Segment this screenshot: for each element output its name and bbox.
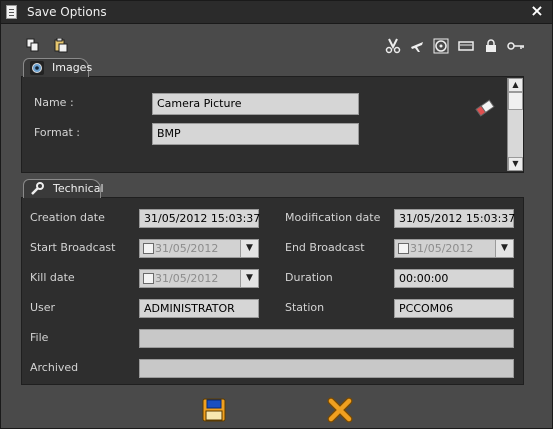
start-broadcast-picker[interactable]: 31/05/2012 ▼	[139, 239, 259, 258]
end-broadcast-value: 31/05/2012	[410, 242, 474, 255]
close-button[interactable]: ×	[529, 3, 545, 19]
kill-date-label: Kill date	[30, 271, 75, 284]
save-options-window: Save Options × Images Name : Camera Pict…	[0, 0, 553, 429]
modification-date-label: Modification date	[285, 211, 381, 224]
copy-icon[interactable]	[25, 38, 41, 54]
start-broadcast-value: 31/05/2012	[155, 242, 219, 255]
save-button[interactable]	[201, 397, 227, 423]
duration-field[interactable]: 00:00:00	[394, 269, 514, 288]
kill-date-picker[interactable]: 31/05/2012 ▼	[139, 269, 259, 288]
airplane-icon[interactable]	[409, 38, 425, 54]
disc-icon[interactable]	[433, 38, 449, 54]
modification-date-field[interactable]: 31/05/2012 15:03:37	[394, 209, 515, 228]
station-field[interactable]: PCCOM06	[394, 299, 514, 318]
scroll-thumb[interactable]	[508, 92, 523, 110]
paste-icon[interactable]	[53, 37, 69, 54]
card-icon[interactable]	[458, 38, 474, 54]
images-scrollbar[interactable]: ▲ ▼	[507, 78, 523, 171]
end-broadcast-picker[interactable]: 31/05/2012 ▼	[394, 239, 514, 258]
file-field[interactable]	[139, 329, 514, 348]
cancel-button[interactable]	[327, 397, 353, 423]
scroll-up-button[interactable]: ▲	[508, 78, 523, 92]
user-field[interactable]: ADMINISTRATOR	[139, 299, 259, 318]
tab-images[interactable]: Images	[23, 58, 93, 77]
title-bar: Save Options ×	[1, 1, 552, 24]
creation-date-label: Creation date	[30, 211, 105, 224]
user-label: User	[30, 301, 56, 314]
duration-label: Duration	[285, 271, 333, 284]
format-label: Format :	[34, 126, 80, 139]
start-broadcast-label: Start Broadcast	[30, 241, 116, 254]
chevron-down-icon[interactable]: ▼	[495, 240, 513, 257]
start-broadcast-checkbox[interactable]	[143, 243, 154, 254]
wrench-icon	[30, 182, 44, 196]
floppy-disk-icon	[202, 398, 226, 422]
document-icon	[6, 5, 17, 19]
format-field[interactable]: BMP	[152, 123, 359, 145]
archived-field[interactable]	[139, 359, 514, 378]
creation-date-field[interactable]: 31/05/2012 15:03:37	[139, 209, 260, 228]
window-title: Save Options	[27, 5, 107, 19]
kill-date-checkbox[interactable]	[143, 273, 154, 284]
cancel-x-icon	[327, 397, 353, 423]
archived-label: Archived	[30, 361, 79, 374]
key-icon[interactable]	[507, 38, 524, 54]
camera-lens-icon	[30, 61, 44, 75]
scroll-down-button[interactable]: ▼	[508, 157, 523, 171]
tab-technical[interactable]: Technical	[23, 179, 104, 198]
end-broadcast-checkbox[interactable]	[398, 243, 409, 254]
kill-date-value: 31/05/2012	[155, 272, 219, 285]
name-field[interactable]: Camera Picture	[152, 93, 359, 115]
end-broadcast-label: End Broadcast	[285, 241, 365, 254]
name-label: Name :	[34, 96, 74, 109]
tab-technical-label: Technical	[53, 182, 104, 195]
chevron-down-icon[interactable]: ▼	[240, 270, 258, 287]
eraser-icon[interactable]	[474, 99, 496, 119]
station-label: Station	[285, 301, 325, 314]
chevron-down-icon[interactable]: ▼	[240, 240, 258, 257]
scissors-icon[interactable]	[385, 38, 401, 54]
lock-icon[interactable]	[483, 38, 499, 54]
tab-images-label: Images	[52, 61, 93, 74]
file-label: File	[30, 331, 49, 344]
